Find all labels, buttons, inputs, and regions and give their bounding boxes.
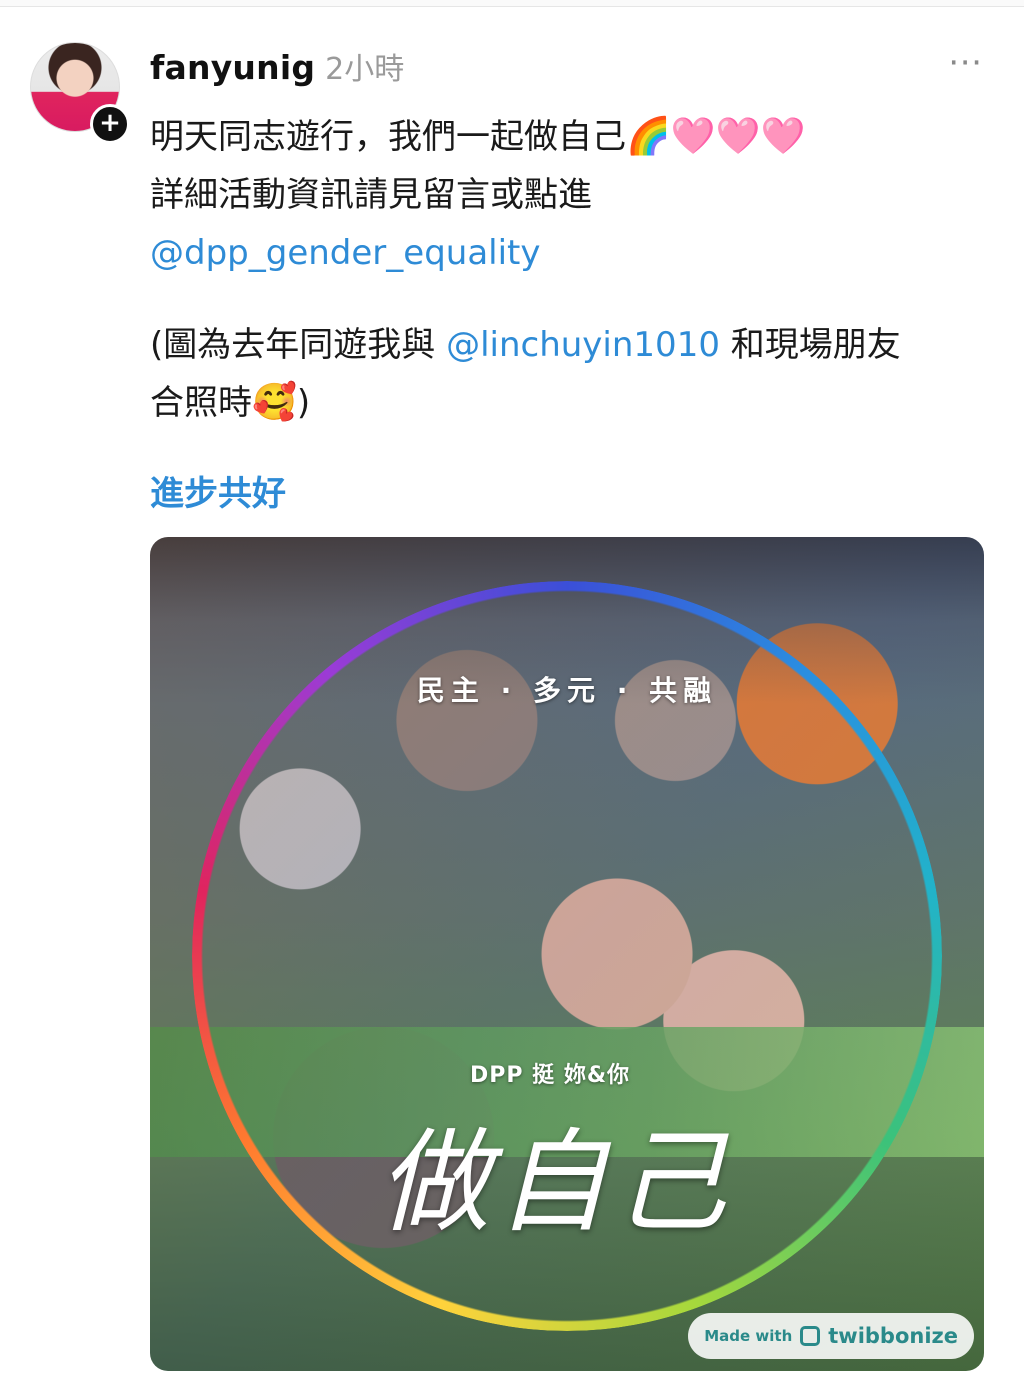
rainbow-hearts-emoji: 🌈🩷🩷🩷 [626, 116, 806, 157]
post-header: fanyunig 2小時 [150, 44, 404, 90]
post-text-segment: 合照時 [150, 383, 252, 423]
more-options-icon[interactable]: ⋯ [948, 45, 984, 79]
hashtag-link[interactable]: 進步共好 [150, 466, 286, 515]
follow-plus-icon[interactable]: + [90, 104, 130, 144]
post-text-segment: (圖為去年同遊我與 [150, 325, 447, 365]
post-line-2: 詳細活動資訊請見留言或點進 [150, 175, 592, 215]
username[interactable]: fanyunig [150, 48, 315, 87]
top-divider [0, 0, 1024, 7]
frame-motto-text: 民主 · 多元 · 共融 [416, 674, 718, 707]
post-text-segment: 明天同志遊行，我們一起做自己 [150, 117, 626, 157]
frame-campaign-title: 做自己 [378, 1118, 732, 1248]
post-line-5: 合照時🥰) [150, 374, 990, 432]
smiling-hearts-emoji: 🥰 [252, 382, 297, 423]
post-line-1: 明天同志遊行，我們一起做自己🌈🩷🩷🩷 [150, 108, 990, 166]
twibbonize-watermark: Made with twibbonize [688, 1313, 974, 1359]
post-text-segment: ) [296, 383, 311, 423]
frame-campaign-subtitle: DPP 挺 妳&你 [470, 1063, 631, 1088]
post-text-segment: 和現場朋友 [719, 325, 901, 365]
post-body: 明天同志遊行，我們一起做自己🌈🩷🩷🩷 詳細活動資訊請見留言或點進 @dpp_ge… [150, 108, 990, 432]
twibbonize-logo-icon [800, 1326, 821, 1346]
watermark-made-with: Made with [704, 1327, 793, 1345]
post-timestamp: 2小時 [325, 52, 405, 87]
watermark-brand: twibbonize [828, 1324, 958, 1348]
post-line-4: (圖為去年同遊我與 @linchuyin1010 和現場朋友 [150, 316, 990, 374]
mention-link-linchuyin1010[interactable]: @linchuyin1010 [446, 325, 720, 365]
avatar-container[interactable]: + [30, 42, 130, 144]
post-image[interactable]: 民主 · 多元 · 共融 DPP 挺 妳&你 做自己 Made with twi… [150, 537, 984, 1371]
mention-link-dpp-gender-equality[interactable]: @dpp_gender_equality [150, 224, 990, 282]
